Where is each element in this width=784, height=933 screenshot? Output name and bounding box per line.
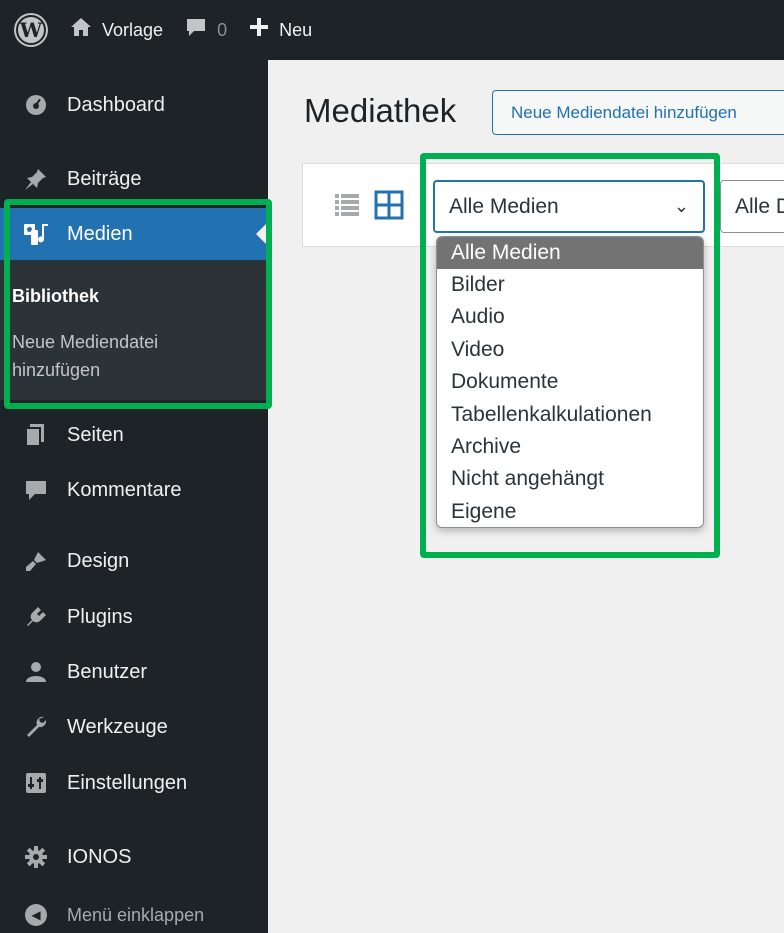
new-content-link[interactable]: Neu [249,0,312,60]
site-name-label: Vorlage [102,19,164,40]
collapse-arrow-icon: ◀ [20,899,52,931]
user-icon [20,656,52,688]
date-filter-select[interactable]: Alle Daten [720,180,784,233]
sidebar-item-label: Beiträge [67,167,142,190]
add-new-media-button[interactable]: Neue Mediendatei hinzufügen [492,90,784,135]
sidebar-item-label: Benutzer [67,660,148,683]
plus-icon [249,17,269,43]
plugin-icon [20,601,52,633]
sidebar-item-ionos[interactable]: IONOS [0,832,268,882]
sidebar-item-label: Plugins [67,605,133,628]
sidebar-item-pages[interactable]: Seiten [0,410,268,460]
collapse-menu-button[interactable]: ◀ Menü einklappen [0,890,268,933]
collapse-menu-label: Menü einklappen [67,904,205,925]
sidebar-item-users[interactable]: Benutzer [0,647,268,697]
comment-icon [20,474,52,506]
grid-view-icon[interactable] [374,190,404,220]
highlight-box-dropdown [420,153,720,558]
sidebar-item-comments[interactable]: Kommentare [0,465,268,515]
admin-sidebar: Dashboard Beiträge Medien Bibliothek Neu… [0,60,268,933]
sidebar-item-plugins[interactable]: Plugins [0,592,268,642]
highlight-box-sidebar [4,199,272,409]
home-icon [70,16,92,44]
comments-count: 0 [217,19,228,40]
wrench-icon [20,711,52,743]
sidebar-item-label: IONOS [67,845,132,868]
sidebar-item-label: Dashboard [67,93,165,116]
sidebar-item-dashboard[interactable]: Dashboard [0,80,268,130]
sidebar-item-posts[interactable]: Beiträge [0,154,268,204]
site-name-link[interactable]: Vorlage [60,0,163,60]
admin-bar: W Vorlage 0 Neu [0,0,784,60]
sidebar-item-settings[interactable]: Einstellungen [0,758,268,808]
settings-icon [20,767,52,799]
dashboard-icon [20,89,52,121]
page-title: Mediathek [304,92,457,129]
sidebar-item-label: Einstellungen [67,771,188,794]
sidebar-item-label: Seiten [67,423,124,446]
wordpress-logo-icon: W [16,15,46,45]
gear-icon [20,841,52,873]
sidebar-item-label: Kommentare [67,478,182,501]
new-label: Neu [279,19,313,40]
comment-icon [185,16,207,44]
wordpress-logo-button[interactable]: W [0,0,60,60]
comments-link[interactable]: 0 [185,0,227,60]
brush-icon [20,545,52,577]
sidebar-item-label: Werkzeuge [67,715,168,738]
list-view-icon[interactable] [334,192,360,218]
pin-icon [20,163,52,195]
sidebar-item-label: Design [67,549,130,572]
sidebar-item-design[interactable]: Design [0,536,268,586]
pages-icon [20,419,52,451]
sidebar-item-tools[interactable]: Werkzeuge [0,702,268,752]
